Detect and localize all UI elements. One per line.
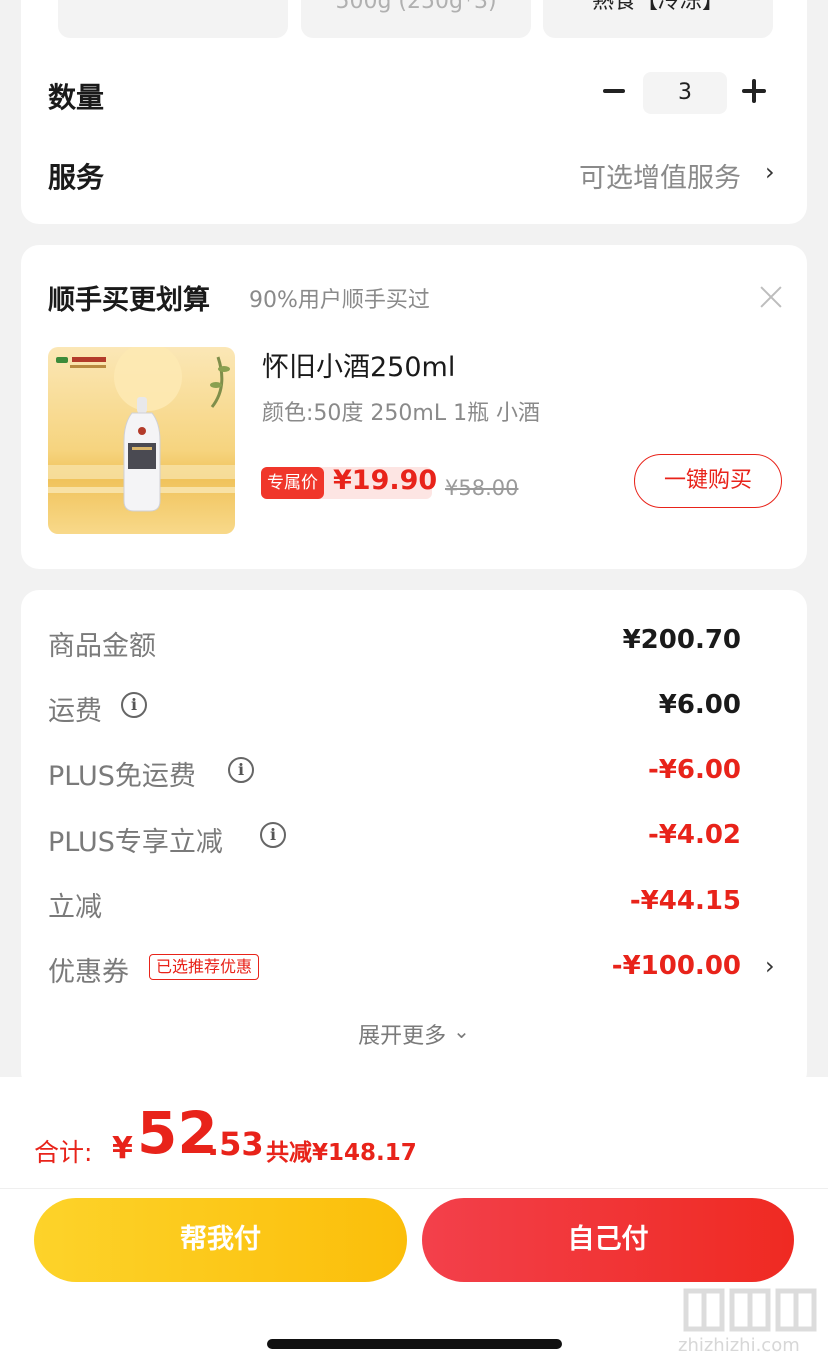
service-value[interactable]: 可选增值服务 — [579, 156, 741, 195]
checkout-bar: 合计: ¥ 52 .53 共减¥148.17 帮我付 自己付 zhizhizhi… — [0, 1077, 828, 1366]
price-summary-card: 商品金额 ¥200.70 运费 i ¥6.00 PLUS免运费 i -¥6.00… — [21, 590, 807, 1090]
total-label: 合计: — [34, 1138, 93, 1167]
summary-value-plus-free-shipping: -¥6.00 — [647, 755, 741, 785]
spec-chip-row: 500g (250g*3) 熟食【冷冻】 — [58, 0, 828, 38]
summary-label-plus-discount: PLUS专享立减 — [48, 827, 223, 858]
summary-label-coupon: 优惠券 — [48, 957, 129, 988]
divider — [0, 1188, 828, 1189]
upsell-subtitle: 90%用户顺手买过 — [249, 288, 430, 313]
chevron-right-icon[interactable]: › — [765, 158, 775, 186]
summary-value-instant-discount: -¥44.15 — [629, 886, 741, 916]
home-indicator[interactable] — [267, 1339, 562, 1349]
summary-value-goods: ¥200.70 — [622, 625, 741, 655]
info-icon[interactable]: i — [228, 757, 254, 783]
watermark-text: zhizhizhi.com — [678, 1335, 800, 1356]
spec-chip[interactable]: 500g (250g*3) — [301, 0, 531, 38]
exclusive-price-badge: 专属价 ¥19.90 — [261, 465, 437, 499]
expand-more-label: 展开更多 — [358, 1024, 447, 1049]
summary-label-goods: 商品金额 — [48, 631, 156, 662]
upsell-title: 顺手买更划算 — [48, 285, 210, 316]
spec-chip[interactable]: 熟食【冷冻】 — [543, 0, 773, 38]
info-icon[interactable]: i — [121, 692, 147, 718]
expand-more-button[interactable]: 展开更多 ⌄ — [21, 1018, 807, 1050]
spec-chip-label: 熟食【冷冻】 — [591, 0, 724, 14]
chevron-right-icon[interactable]: › — [765, 952, 775, 980]
product-image[interactable] — [48, 347, 235, 534]
watermark: zhizhizhi.com — [676, 1285, 826, 1365]
total-saved: 共减¥148.17 — [266, 1140, 417, 1166]
chevron-down-icon: ⌄ — [453, 1019, 470, 1043]
summary-label-instant-discount: 立减 — [48, 892, 102, 923]
one-click-buy-button[interactable]: 一键购买 — [634, 454, 782, 508]
quantity-value[interactable]: 3 — [643, 72, 727, 114]
original-price: ¥58.00 — [445, 476, 519, 500]
summary-value-coupon[interactable]: -¥100.00 — [612, 951, 741, 981]
product-price: ¥19.90 — [333, 465, 438, 496]
total-amount-decimal: .53 — [207, 1125, 264, 1163]
quantity-increase-button[interactable] — [742, 79, 766, 103]
total-amount-integer: 52 — [137, 1099, 218, 1167]
quantity-label: 数量 — [48, 81, 105, 114]
summary-label-shipping: 运费 — [48, 696, 102, 727]
quantity-service-card: 500g (250g*3) 熟食【冷冻】 数量 3 服务 可选增值服务 › — [21, 0, 807, 224]
close-icon[interactable] — [759, 285, 783, 309]
product-spec: 颜色:50度 250mL 1瓶 小酒 — [262, 401, 541, 426]
summary-label-plus-free-shipping: PLUS免运费 — [48, 761, 196, 792]
summary-value-plus-discount: -¥4.02 — [647, 820, 741, 850]
upsell-card: 顺手买更划算 90%用户顺手买过 怀旧小酒250ml 颜色:50度 250mL … — [21, 245, 807, 569]
help-me-pay-button[interactable]: 帮我付 — [34, 1198, 407, 1282]
quantity-decrease-button[interactable] — [601, 76, 631, 106]
service-label: 服务 — [48, 161, 105, 194]
info-icon[interactable]: i — [260, 822, 286, 848]
coupon-selected-tag: 已选推荐优惠 — [149, 954, 260, 980]
product-name[interactable]: 怀旧小酒250ml — [262, 345, 455, 384]
total-currency: ¥ — [112, 1131, 133, 1166]
exclusive-price-tag: 专属价 — [261, 467, 324, 499]
spec-chip-label: 500g (250g*3) — [335, 0, 497, 14]
spec-chip[interactable] — [58, 0, 288, 38]
summary-value-shipping: ¥6.00 — [658, 690, 741, 720]
pay-myself-button[interactable]: 自己付 — [422, 1198, 794, 1282]
